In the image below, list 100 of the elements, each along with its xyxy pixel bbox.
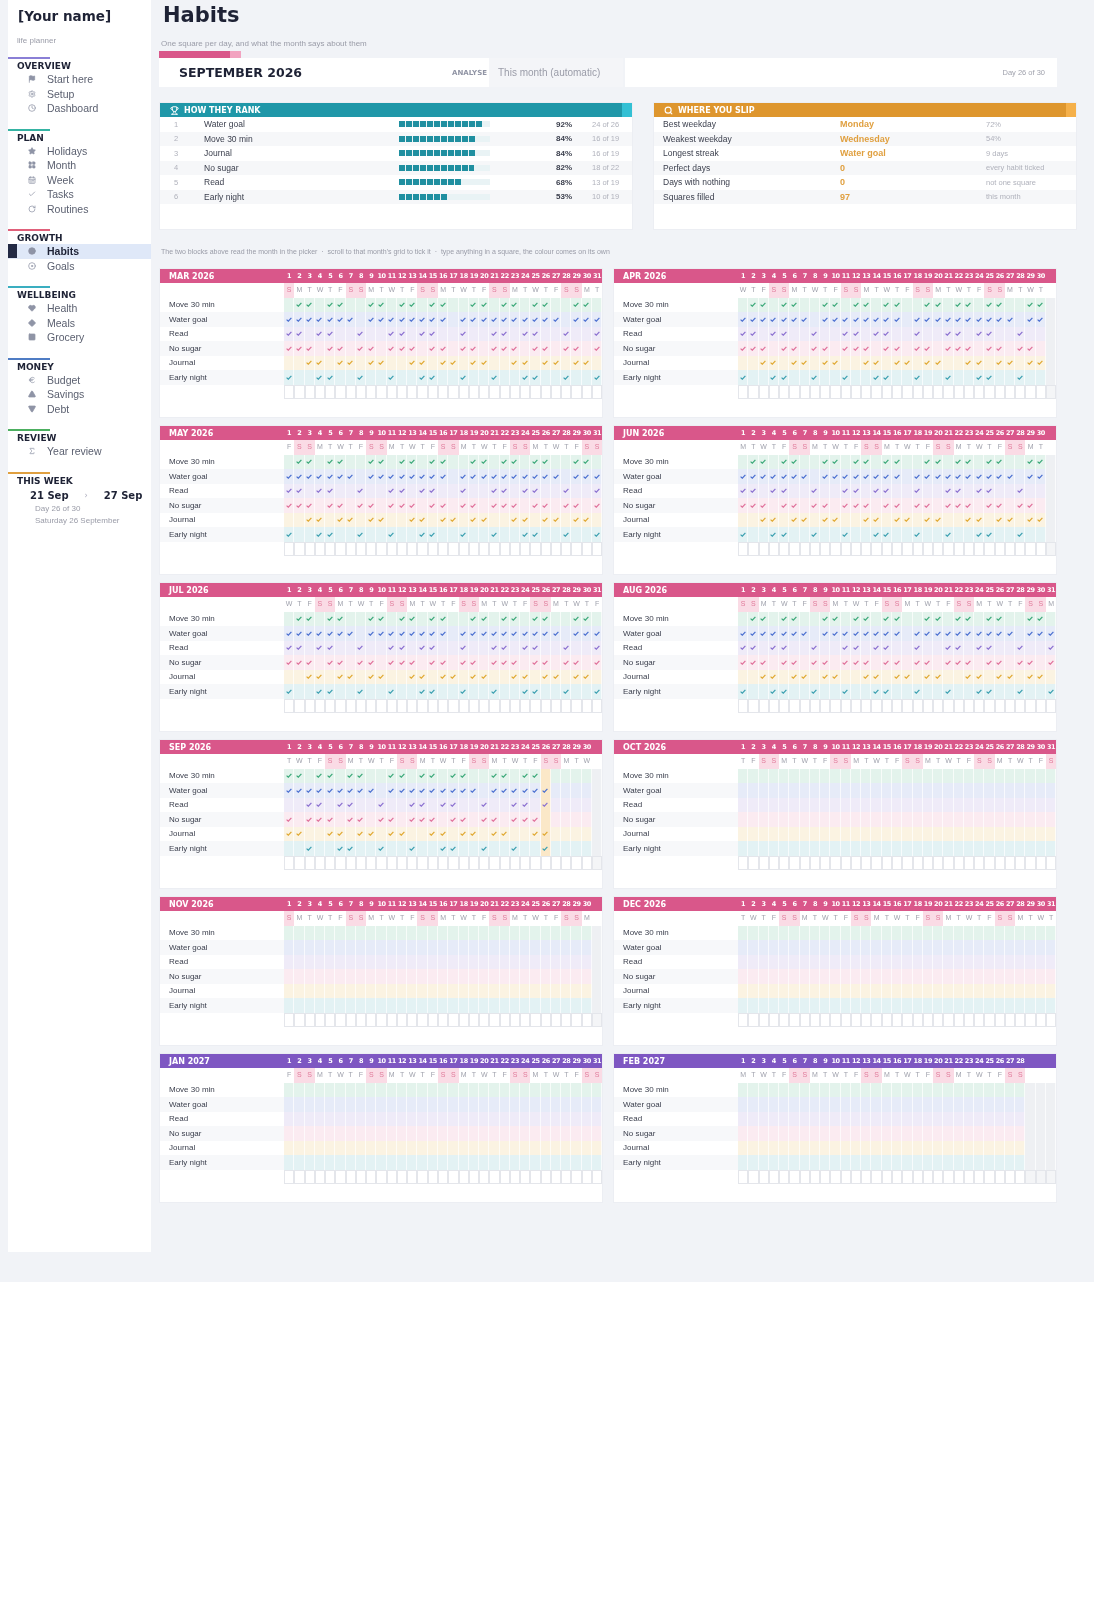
page-subtitle: One square per day, and what the month says about them bbox=[161, 39, 368, 48]
week-start: 21 Sep bbox=[30, 489, 69, 501]
habit-label: Early night bbox=[160, 370, 284, 385]
selected-month: SEPTEMBER 2026 bbox=[179, 65, 304, 80]
habit-label: Early night bbox=[160, 998, 284, 1013]
habit-label: Early night bbox=[614, 998, 738, 1013]
nav-item[interactable]: Savings bbox=[8, 387, 151, 402]
habit-label: Water goal bbox=[160, 783, 284, 798]
habit-label: Water goal bbox=[160, 626, 284, 641]
nav-item[interactable]: Health bbox=[8, 301, 151, 316]
habit-name: Move 30 min bbox=[204, 133, 254, 144]
habit-label: No sugar bbox=[160, 655, 284, 670]
habit-label: Early night bbox=[160, 527, 284, 542]
section-heading: OVERVIEW bbox=[16, 60, 72, 72]
habit-label: Early night bbox=[160, 684, 284, 699]
nav-item[interactable]: Setup bbox=[8, 86, 151, 101]
habit-label: No sugar bbox=[614, 812, 738, 827]
habit-label: Early night bbox=[160, 1155, 284, 1170]
habit-label: Water goal bbox=[160, 312, 284, 327]
stat-label: Squares filled bbox=[662, 191, 716, 202]
percent-value: 84% bbox=[555, 148, 572, 158]
stat-label: Best weekday bbox=[662, 119, 717, 130]
nav-item[interactable]: Debt bbox=[8, 401, 151, 416]
habit-label: Water goal bbox=[160, 940, 284, 955]
stat-label: Perfect days bbox=[662, 162, 712, 173]
section-heading: THIS WEEK bbox=[16, 474, 74, 487]
month-title: AUG 2026 bbox=[622, 585, 669, 595]
nav-item[interactable]: Year review bbox=[8, 444, 151, 459]
stat-value: Monday bbox=[840, 119, 875, 130]
percent-value: 82% bbox=[555, 163, 572, 173]
nav-item[interactable]: Grocery bbox=[8, 330, 151, 345]
stat-label: Days with nothing bbox=[662, 177, 732, 188]
nav-item[interactable]: Month bbox=[8, 158, 151, 173]
habit-label: Water goal bbox=[614, 940, 738, 955]
habit-label: Early night bbox=[614, 841, 738, 856]
separator-glyph: › bbox=[84, 490, 88, 500]
habit-label: No sugar bbox=[160, 969, 284, 984]
habit-label: Early night bbox=[614, 1155, 738, 1170]
habit-name: Journal bbox=[204, 148, 233, 159]
month-title: FEB 2027 bbox=[622, 1056, 667, 1066]
stat-value: 97 bbox=[840, 191, 851, 202]
stat-value: 0 bbox=[840, 177, 846, 188]
stat-value: Wednesday bbox=[840, 133, 891, 144]
stat-value: 0 bbox=[840, 162, 846, 173]
habit-label: Early night bbox=[614, 527, 738, 542]
planner-name: [Your name] bbox=[17, 8, 113, 24]
panel-title: HOW THEY RANK bbox=[184, 105, 261, 115]
habit-label: Water goal bbox=[614, 626, 738, 641]
month-title: OCT 2026 bbox=[622, 742, 668, 752]
habit-label: Early night bbox=[160, 841, 284, 856]
habit-label: No sugar bbox=[160, 1126, 284, 1141]
nav-item[interactable]: Budget bbox=[8, 372, 151, 387]
habit-name: No sugar bbox=[204, 162, 240, 173]
percent-value: 92% bbox=[555, 119, 572, 129]
week-end: 27 Sep bbox=[103, 489, 143, 501]
habit-label: No sugar bbox=[614, 1126, 738, 1141]
month-title: SEP 2026 bbox=[168, 742, 213, 752]
habit-label: No sugar bbox=[614, 498, 738, 513]
section-heading: REVIEW bbox=[16, 432, 58, 444]
month-title: NOV 2026 bbox=[168, 899, 215, 909]
today-date: Saturday 26 September bbox=[34, 515, 121, 525]
nav-item[interactable]: Habits bbox=[8, 244, 151, 259]
nav-item[interactable]: Week bbox=[8, 172, 151, 187]
page-title: Habits bbox=[163, 3, 241, 27]
month-title: JUL 2026 bbox=[167, 585, 210, 595]
habit-label: Water goal bbox=[160, 1097, 284, 1112]
month-title: JUN 2026 bbox=[621, 428, 666, 438]
stat-label: Longest streak bbox=[662, 148, 720, 159]
section-heading: WELLBEING bbox=[16, 289, 77, 301]
section-heading: MONEY bbox=[16, 360, 55, 373]
habit-label: No sugar bbox=[160, 341, 284, 356]
nav-item[interactable]: Tasks bbox=[8, 187, 151, 202]
nav-item[interactable]: Meals bbox=[8, 315, 151, 330]
nav-item[interactable]: Dashboard bbox=[8, 101, 151, 116]
habit-label: No sugar bbox=[614, 655, 738, 670]
percent-value: 53% bbox=[555, 192, 572, 202]
day-count: Day 26 of 30 bbox=[34, 503, 82, 513]
habit-label: Water goal bbox=[614, 469, 738, 484]
section-heading: GROWTH bbox=[16, 232, 64, 244]
habit-label: Early night bbox=[614, 684, 738, 699]
nav-item[interactable]: Holidays bbox=[8, 143, 151, 158]
habit-name: Water goal bbox=[204, 119, 246, 130]
habit-name: Read bbox=[204, 177, 226, 188]
nav-item[interactable]: Goals bbox=[8, 258, 151, 273]
stat-value: Water goal bbox=[840, 148, 887, 159]
month-title: JAN 2027 bbox=[167, 1056, 211, 1066]
nav-item[interactable]: Routines bbox=[8, 201, 151, 216]
month-title: MAY 2026 bbox=[168, 428, 215, 438]
stat-label: Weakest weekday bbox=[662, 133, 733, 144]
section-heading: PLAN bbox=[16, 131, 45, 144]
nav-item[interactable]: Start here bbox=[8, 72, 151, 87]
month-title: DEC 2026 bbox=[622, 899, 668, 909]
planner-subtitle: life planner bbox=[16, 36, 58, 45]
panel-title: WHERE YOU SLIP bbox=[678, 105, 755, 115]
habit-label: No sugar bbox=[160, 498, 284, 513]
habit-label: No sugar bbox=[160, 812, 284, 827]
month-title: APR 2026 bbox=[622, 271, 668, 281]
percent-value: 68% bbox=[555, 177, 572, 187]
month-title: MAR 2026 bbox=[168, 271, 216, 281]
habit-label: Water goal bbox=[614, 783, 738, 798]
